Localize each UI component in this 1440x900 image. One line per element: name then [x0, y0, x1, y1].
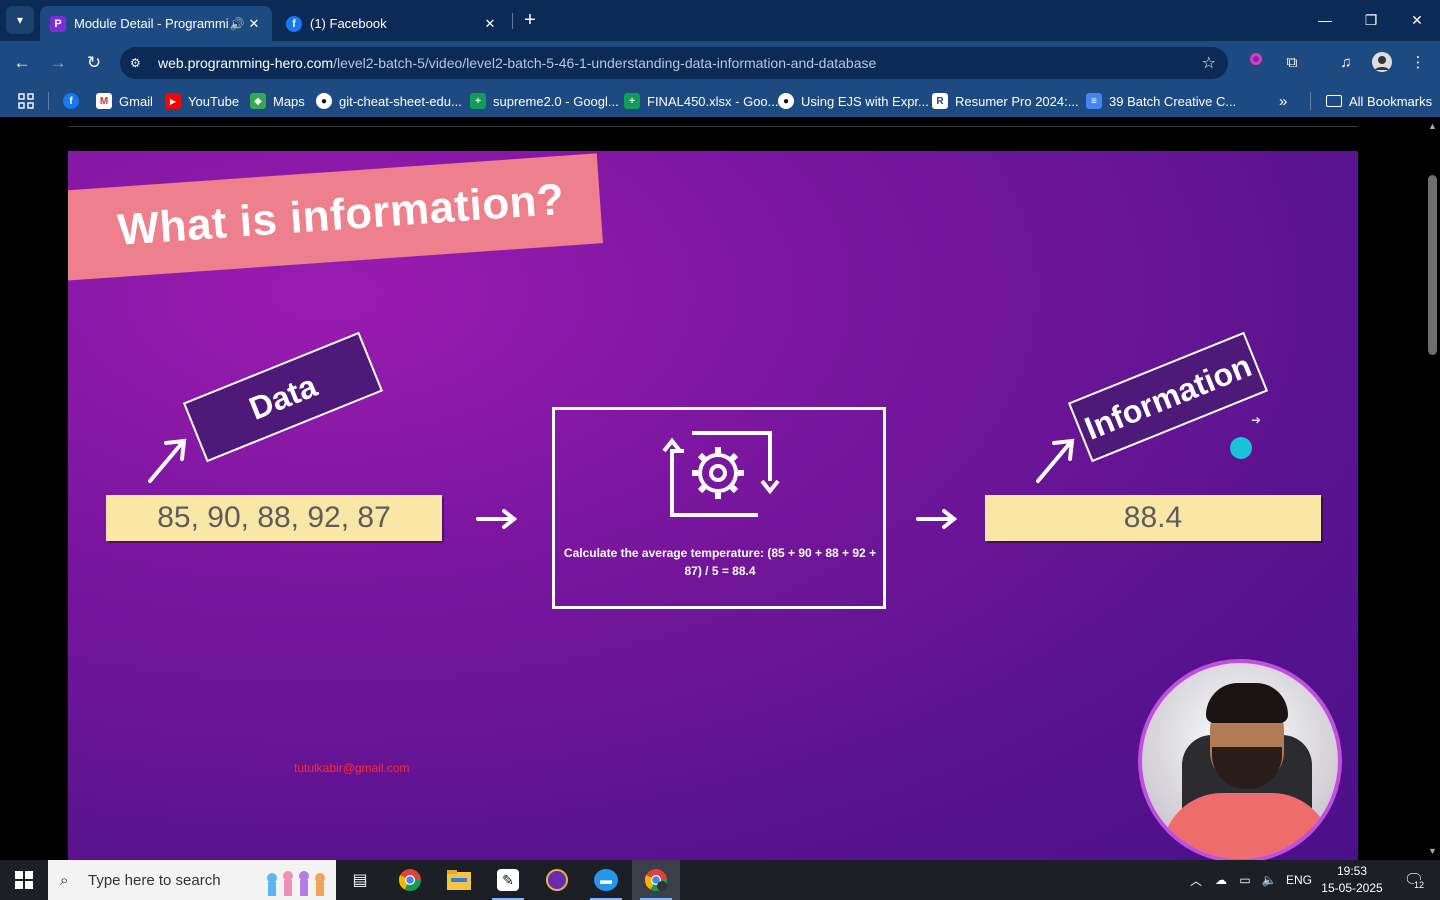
extension-icon[interactable] [1244, 51, 1268, 75]
back-button[interactable]: ← [10, 51, 34, 75]
notification-count: 12 [1414, 880, 1425, 890]
recording-app-icon[interactable] [533, 860, 581, 900]
tab-divider [512, 13, 513, 29]
windows-taskbar: ⌕ Type here to search ▤ ✎ ▬ ︿ ☁ ▭ 🔈 ENG … [0, 860, 1440, 900]
docs-icon: ≡ [1086, 93, 1102, 109]
tab-strip: ▾ P Module Detail - Programming Hero 🔊 ✕… [0, 0, 1440, 41]
tab-module-detail[interactable]: P Module Detail - Programming Hero 🔊 ✕ [40, 6, 272, 41]
onedrive-icon[interactable]: ☁ [1210, 860, 1232, 900]
pointer-icon: ➜ [1251, 413, 1262, 427]
task-view-icon[interactable]: ▤ [336, 860, 384, 900]
github-icon: ● [316, 93, 332, 109]
media-control-icon[interactable]: ♫ [1334, 51, 1358, 75]
bookmark-star-icon[interactable]: ☆ [1202, 53, 1216, 73]
bookmark-maps[interactable]: ◆ Maps [250, 91, 305, 111]
bookmark-gmail[interactable]: M Gmail [96, 91, 153, 111]
cursor-highlight [1230, 437, 1252, 459]
close-tab-icon[interactable]: ✕ [246, 16, 262, 32]
browser-toolbar: ← → ↻ ⚙ web.programming-hero.com/level2-… [0, 41, 1440, 84]
scroll-down-icon[interactable]: ▼ [1428, 846, 1437, 856]
notification-center-icon[interactable]: 🗨 12 [1394, 860, 1434, 900]
scroll-up-icon[interactable]: ▲ [1428, 121, 1437, 131]
file-explorer-icon[interactable] [435, 860, 483, 900]
arrow-right-icon [916, 509, 958, 529]
bookmark-batch-creative[interactable]: ≡ 39 Batch Creative C... [1086, 91, 1236, 111]
tab-search-button[interactable]: ▾ [6, 6, 34, 34]
youtube-icon: ▶ [165, 93, 181, 109]
bookmarks-bar: f M Gmail ▶ YouTube ◆ Maps ● git-cheat-s… [0, 84, 1440, 117]
page-content: What is information? Data 85, 90, 88, 92… [0, 117, 1425, 860]
taskbar-search[interactable]: ⌕ Type here to search [48, 860, 336, 900]
bookmarks-divider [48, 92, 49, 110]
tab-title: Module Detail - Programming Hero [74, 16, 228, 31]
bookmark-ejs[interactable]: ● Using EJS with Expr... [778, 91, 929, 111]
more-bookmarks-chevron[interactable]: » [1279, 91, 1287, 111]
divider-line [68, 126, 1358, 127]
volume-icon[interactable]: 🔈 [1258, 860, 1280, 900]
scroll-thumb[interactable] [1428, 175, 1437, 355]
clock-date: 15-05-2025 [1321, 881, 1383, 895]
arrow-up-data-icon [148, 438, 187, 483]
close-tab-icon[interactable]: ✕ [482, 16, 498, 32]
extensions-puzzle-icon[interactable]: ⧉ [1280, 51, 1304, 75]
speaker-icon[interactable]: 🔊 [228, 17, 246, 31]
search-placeholder: Type here to search [88, 871, 221, 889]
reload-button[interactable]: ↻ [82, 51, 106, 75]
facebook-icon: f [63, 93, 79, 109]
bookmark-supreme[interactable]: + supreme2.0 - Googl... [470, 91, 619, 111]
clock-time: 19:53 [1336, 864, 1368, 878]
minimize-button[interactable]: — [1313, 8, 1337, 32]
menu-kebab-icon[interactable]: ⋮ [1406, 51, 1430, 75]
system-clock[interactable]: 19:53 15-05-2025 [1318, 863, 1386, 897]
search-highlight-illustration [267, 871, 325, 896]
facebook-icon: f [286, 15, 302, 32]
chrome-profile-taskbar-icon[interactable] [632, 860, 680, 900]
bookmark-final450[interactable]: + FINAL450.xlsx - Goo... [624, 91, 779, 111]
bookmark-facebook[interactable]: f [63, 91, 86, 111]
address-bar[interactable]: ⚙ web.programming-hero.com/level2-batch-… [120, 47, 1228, 79]
url-text[interactable]: web.programming-hero.com/level2-batch-5/… [158, 55, 876, 71]
site-info-icon[interactable]: ⚙ [130, 56, 150, 70]
programming-hero-icon: P [50, 15, 66, 32]
video-slide[interactable]: What is information? Data 85, 90, 88, 92… [68, 151, 1358, 860]
gmail-icon: M [96, 93, 112, 109]
tab-title: (1) Facebook [310, 16, 387, 31]
start-button[interactable] [0, 860, 48, 900]
pen-app-icon[interactable]: ✎ [484, 860, 532, 900]
watermark-email: tutulkabir@gmail.com [294, 761, 410, 775]
close-window-button[interactable]: ✕ [1405, 8, 1429, 32]
forward-button[interactable]: → [46, 51, 70, 75]
maps-icon: ◆ [250, 93, 266, 109]
sheets-icon: + [624, 93, 640, 109]
windows-logo-icon [15, 871, 33, 889]
sheets-icon: + [470, 93, 486, 109]
github-icon: ● [778, 93, 794, 109]
profile-avatar[interactable] [1370, 51, 1394, 75]
show-hidden-icons-chevron[interactable]: ︿ [1186, 860, 1206, 900]
new-tab-button[interactable]: + [518, 8, 542, 32]
search-icon: ⌕ [60, 871, 69, 889]
arrow-right-icon [476, 509, 518, 529]
resumer-icon: R [932, 93, 948, 109]
bookmark-youtube[interactable]: ▶ YouTube [165, 91, 239, 111]
folder-icon [1326, 95, 1342, 107]
language-indicator[interactable]: ENG [1284, 860, 1314, 900]
gear-process-icon [662, 431, 780, 517]
bookmark-git-cheat-sheet[interactable]: ● git-cheat-sheet-edu... [316, 91, 462, 111]
chrome-taskbar-icon[interactable] [386, 860, 434, 900]
presenter-webcam [1138, 659, 1342, 860]
bookmark-resumer[interactable]: R Resumer Pro 2024:... [932, 91, 1079, 111]
page-scrollbar[interactable]: ▲ ▼ [1425, 117, 1440, 860]
arrow-up-information-icon [1036, 438, 1075, 483]
docker-icon[interactable]: ▬ [582, 860, 630, 900]
all-bookmarks[interactable]: All Bookmarks [1326, 91, 1432, 111]
network-icon[interactable]: ▭ [1234, 860, 1256, 900]
bookmarks-divider [1310, 92, 1311, 110]
restore-button[interactable]: ❐ [1359, 8, 1383, 32]
apps-grid-icon[interactable] [18, 91, 34, 111]
tab-facebook[interactable]: f (1) Facebook ✕ [276, 6, 508, 41]
